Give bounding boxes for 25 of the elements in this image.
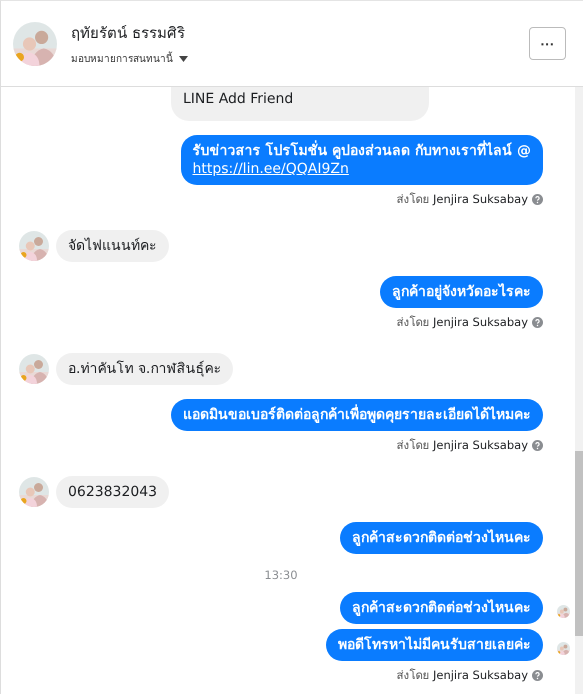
sent-by-label: ส่งโดย Jenjira Suksabay — [396, 191, 528, 208]
scrollbar[interactable] — [575, 87, 583, 694]
caret-icon — [179, 56, 188, 62]
sent-by-label: ส่งโดย Jenjira Suksabay — [396, 437, 528, 454]
sent-by-label: ส่งโดย Jenjira Suksabay — [396, 314, 528, 331]
more-button[interactable]: ··· — [529, 27, 566, 60]
message-bubble: LINE Add Friend — [171, 87, 429, 121]
help-icon[interactable] — [532, 670, 543, 680]
sent-by-label: ส่งโดย Jenjira Suksabay — [396, 667, 528, 684]
link[interactable]: https://lin.ee/QQAI9Zn — [192, 161, 349, 177]
message-bubble: ลูกค้าสะดวกติดต่อช่วงไหนคะ — [340, 592, 543, 624]
message-bubble: อ.ท่าคันโท จ.กาฬสินธุ์คะ — [56, 353, 234, 385]
help-icon[interactable] — [532, 440, 543, 450]
help-icon[interactable] — [532, 316, 543, 328]
message-bubble: ลูกค้าอยู่จังหวัดอะไรคะ — [380, 276, 543, 308]
contact-name: ฤทัยรัตน์ ธรรมศิริ — [71, 23, 186, 44]
help-icon[interactable] — [532, 194, 543, 204]
message-bubble: 0623832043 — [56, 476, 170, 508]
message-bubble: แอดมินขอเบอร์ติดต่อลูกค้าเพื่อพูดคุยรายละเอียดได้ไหมคะ — [171, 399, 543, 431]
message-bubble: รับข่าวสาร โปรโมชั่น คูปองส่วนลด กับทางเราที่ไลน์ @ https://lin.ee/QQAI9Zn — [180, 135, 543, 185]
timestamp: 13:30 — [264, 568, 298, 582]
assign-dropdown[interactable]: มอบหมายการสนทนานี้ — [71, 51, 188, 66]
message-bubble: พอดีโทรหาไม่มีคนรับสายเลยค่ะ — [326, 629, 543, 661]
message-bubble: จัดไฟแนนท์คะ — [56, 230, 169, 262]
message-bubble: ลูกค้าสะดวกติดต่อช่วงไหนคะ — [340, 522, 543, 554]
